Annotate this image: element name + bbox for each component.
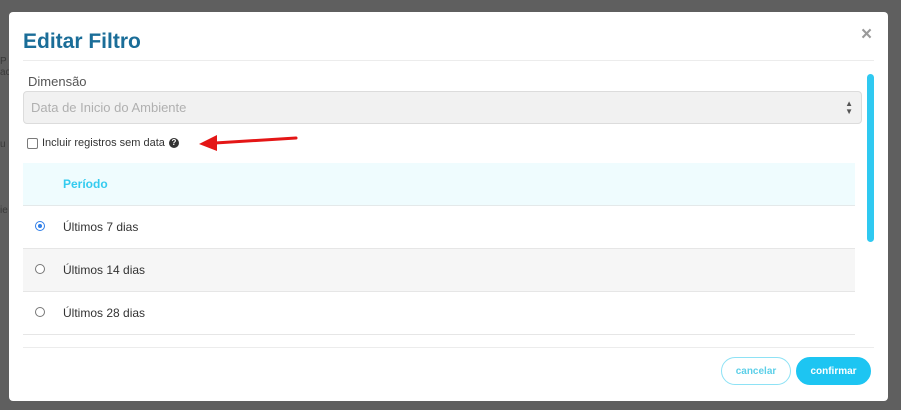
cancel-button[interactable]: cancelar bbox=[721, 357, 791, 385]
period-radio-28-days[interactable] bbox=[35, 307, 45, 317]
red-arrow-annotation bbox=[199, 135, 298, 151]
period-option-7-days[interactable]: Últimos 7 dias bbox=[23, 206, 855, 249]
period-table: Período Últimos 7 dias Últimos 14 dias Ú… bbox=[23, 163, 855, 335]
period-option-28-days[interactable]: Últimos 28 dias bbox=[23, 292, 855, 335]
question-circle-icon[interactable]: ? bbox=[168, 138, 179, 148]
include-without-date-checkbox[interactable] bbox=[27, 137, 38, 149]
period-option-14-days[interactable]: Últimos 14 dias bbox=[23, 249, 855, 292]
include-without-date-row: Incluir registros sem data ? bbox=[27, 136, 179, 150]
background-text-fragment: P bbox=[0, 56, 7, 67]
background-text-fragment: u bbox=[0, 139, 6, 150]
annotation-arrow-shaft bbox=[213, 136, 298, 145]
edit-filter-modal: Editar Filtro × Dimensão Data de Inicio … bbox=[9, 12, 888, 401]
dimension-select-value: Data de Inicio do Ambiente bbox=[31, 100, 187, 115]
modal-title: Editar Filtro bbox=[23, 30, 141, 53]
header-divider bbox=[23, 60, 874, 61]
period-option-label: Últimos 14 dias bbox=[63, 263, 146, 277]
period-option-label: Últimos 7 dias bbox=[63, 220, 139, 234]
annotation-arrow-head bbox=[199, 135, 217, 151]
period-option-label: Últimos 28 dias bbox=[63, 306, 146, 320]
footer-divider bbox=[23, 347, 874, 348]
scrollbar-thumb[interactable] bbox=[867, 74, 874, 242]
dimension-select[interactable]: Data de Inicio do Ambiente ▲ ▼ bbox=[23, 91, 862, 124]
sort-arrows-icon: ▲ ▼ bbox=[845, 99, 853, 116]
background-text-fragment: ie bbox=[0, 205, 8, 216]
confirm-button[interactable]: confirmar bbox=[796, 357, 871, 385]
period-radio-14-days[interactable] bbox=[35, 264, 45, 274]
include-without-date-label[interactable]: Incluir registros sem data bbox=[42, 137, 165, 149]
dimension-label: Dimensão bbox=[28, 74, 87, 89]
period-radio-7-days[interactable] bbox=[35, 221, 45, 231]
close-icon[interactable]: × bbox=[861, 25, 875, 44]
period-header: Período bbox=[23, 163, 855, 206]
